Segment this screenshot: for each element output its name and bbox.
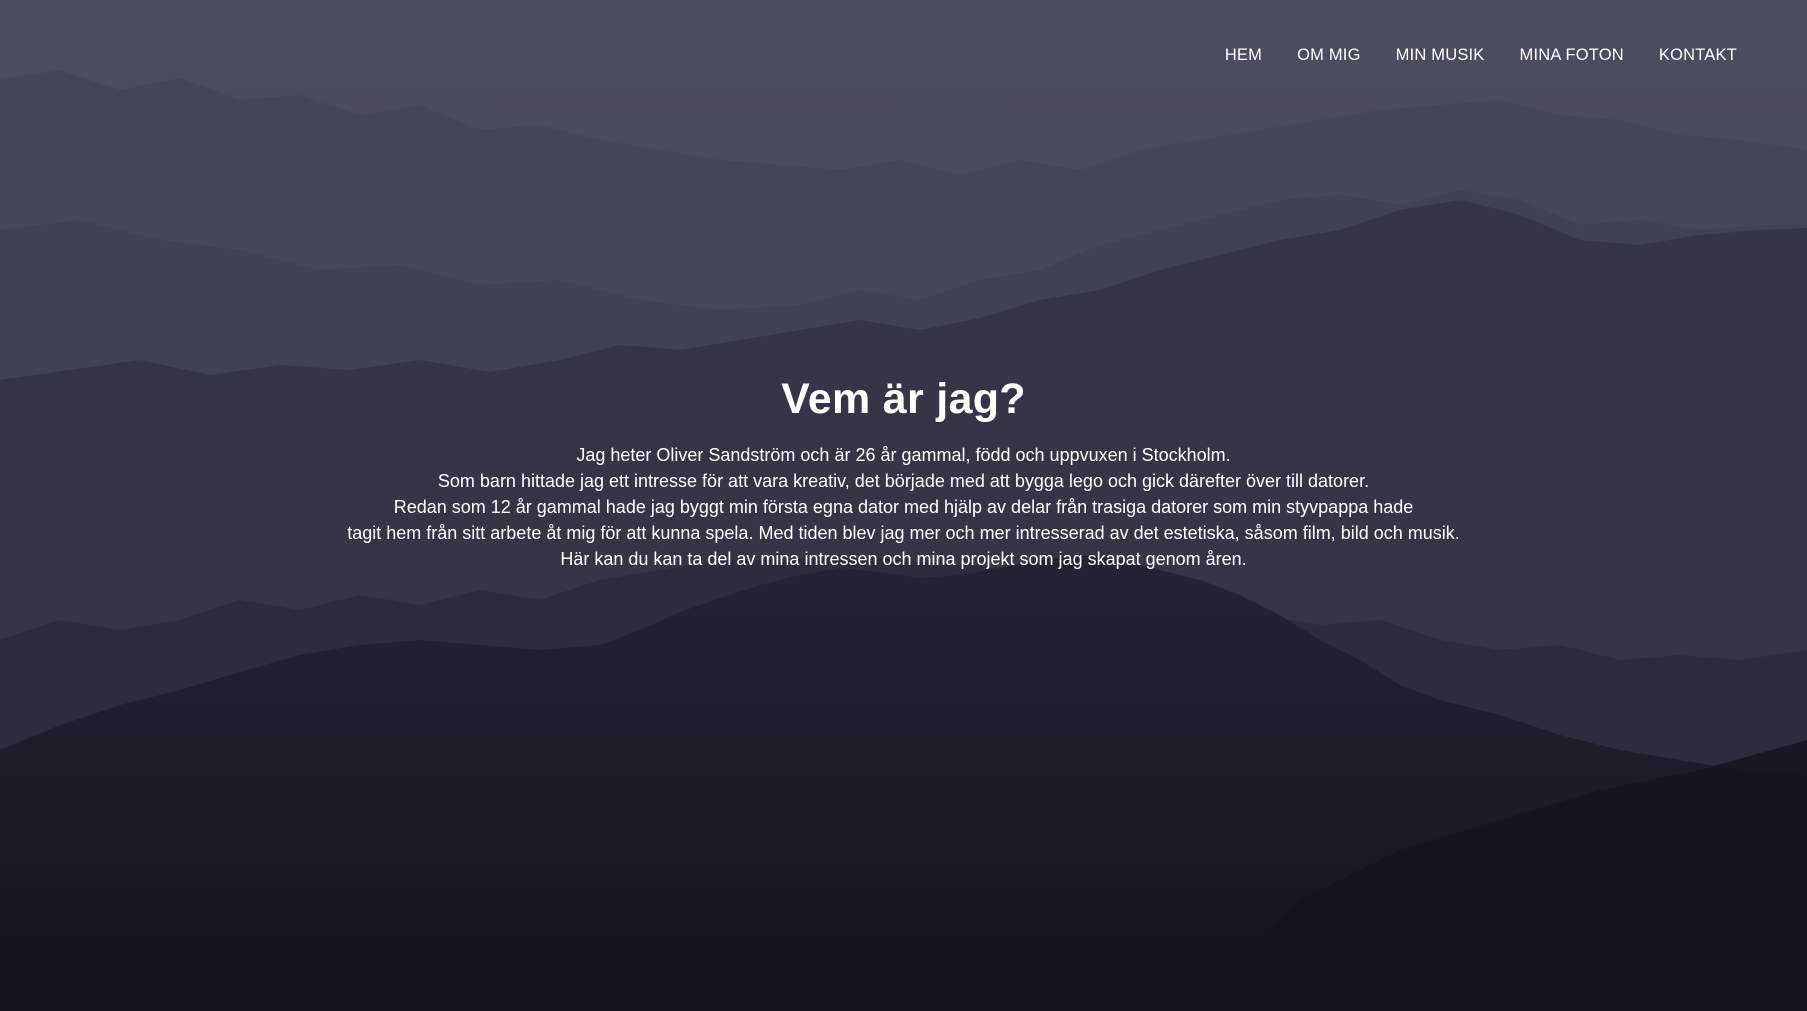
nav-item-om-mig[interactable]: OM MIG xyxy=(1297,46,1361,65)
about-line-3: Redan som 12 år gammal hade jag byggt mi… xyxy=(393,497,1414,517)
about-line-1: Jag heter Oliver Sandström och är 26 år … xyxy=(576,445,1231,465)
nav-item-min-musik[interactable]: MIN MUSIK xyxy=(1396,46,1485,65)
main-nav: HEM OM MIG MIN MUSIK MINA FOTON KONTAKT xyxy=(1190,46,1737,65)
about-line-5: Här kan du kan ta del av mina intressen … xyxy=(560,549,1247,569)
page: HEM OM MIG MIN MUSIK MINA FOTON KONTAKT … xyxy=(0,0,1807,1011)
about-line-2: Som barn hittade jag ett intresse för at… xyxy=(437,471,1370,491)
about-section: Vem är jag? Jag heter Oliver Sandström o… xyxy=(0,375,1807,572)
page-title: Vem är jag? xyxy=(781,375,1026,423)
nav-item-kontakt[interactable]: KONTAKT xyxy=(1659,46,1737,65)
nav-item-hem[interactable]: HEM xyxy=(1225,46,1262,65)
nav-item-mina-foton[interactable]: MINA FOTON xyxy=(1520,46,1624,65)
about-line-4: tagit hem från sitt arbete åt mig för at… xyxy=(347,523,1460,543)
